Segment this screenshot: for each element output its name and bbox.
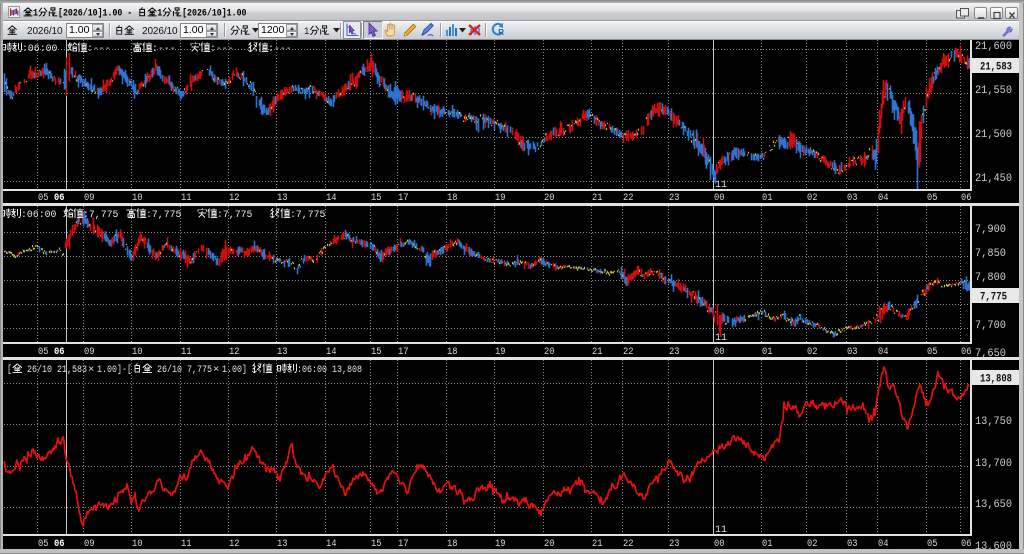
svg-text:12: 12 xyxy=(229,346,240,358)
svg-text::7,775: :7,775 xyxy=(83,209,118,221)
svg-text:21,500: 21,500 xyxy=(975,129,1012,141)
svg-text:7,900: 7,900 xyxy=(975,224,1006,236)
svg-text:1: 1 xyxy=(157,9,162,20)
svg-text:04: 04 xyxy=(878,192,889,204)
svg-text::---: :--- xyxy=(268,43,292,55)
svg-text:01: 01 xyxy=(762,192,773,204)
svg-text:17: 17 xyxy=(398,192,409,204)
svg-text:00: 00 xyxy=(714,192,725,204)
svg-text:06: 06 xyxy=(54,346,65,358)
svg-text:09: 09 xyxy=(84,192,95,204)
svg-text:05: 05 xyxy=(927,346,938,358)
svg-text:1: 1 xyxy=(33,9,38,20)
svg-text:06: 06 xyxy=(54,192,65,204)
svg-text:13,650: 13,650 xyxy=(975,499,1012,511)
svg-text:18: 18 xyxy=(447,192,458,204)
svg-text:×: × xyxy=(88,364,94,376)
svg-text:10: 10 xyxy=(132,192,143,204)
svg-text::7,775: :7,775 xyxy=(290,209,325,221)
svg-text:05: 05 xyxy=(38,346,49,358)
svg-text::---: :--- xyxy=(152,43,176,55)
svg-text:7,775: 7,775 xyxy=(980,292,1007,304)
svg-text:13,750: 13,750 xyxy=(975,416,1012,428)
svg-text:20: 20 xyxy=(544,192,555,204)
svg-text:05: 05 xyxy=(38,192,49,204)
svg-text:14: 14 xyxy=(326,192,337,204)
svg-text:1.00]: 1.00] xyxy=(222,364,252,376)
svg-text:03: 03 xyxy=(847,346,858,358)
svg-text:1: 1 xyxy=(304,26,309,38)
svg-text:7,650: 7,650 xyxy=(975,348,1006,360)
svg-text:05: 05 xyxy=(927,192,938,204)
svg-text:12: 12 xyxy=(229,192,240,204)
svg-text::---: :--- xyxy=(87,43,111,55)
svg-text:22: 22 xyxy=(623,346,634,358)
svg-text::06:00: :06:00 xyxy=(21,209,56,221)
svg-text:[: [ xyxy=(7,364,12,376)
svg-text:11: 11 xyxy=(181,346,192,358)
svg-text:06: 06 xyxy=(961,346,972,358)
svg-text:R: R xyxy=(498,28,504,37)
svg-text:7,700: 7,700 xyxy=(975,320,1006,332)
svg-text:09: 09 xyxy=(84,346,95,358)
svg-text:21: 21 xyxy=(592,346,603,358)
svg-text:13: 13 xyxy=(277,346,288,358)
svg-text:00: 00 xyxy=(714,346,725,358)
svg-text:1.00]-[: 1.00]-[ xyxy=(97,364,132,376)
svg-text:[2026/10]1.00 -: [2026/10]1.00 - xyxy=(58,8,137,20)
svg-text::7,775: :7,775 xyxy=(146,209,181,221)
svg-text:22: 22 xyxy=(623,192,634,204)
svg-text:04: 04 xyxy=(878,346,889,358)
svg-text:[2026/10]1.00: [2026/10]1.00 xyxy=(182,8,246,20)
svg-text:18: 18 xyxy=(447,346,458,358)
svg-text:26/10 21,583: 26/10 21,583 xyxy=(22,364,87,376)
svg-text:21,600: 21,600 xyxy=(975,41,1012,53)
svg-text::06:00 13,808: :06:00 13,808 xyxy=(297,364,362,376)
svg-text:13,700: 13,700 xyxy=(975,458,1012,470)
svg-text:13,808: 13,808 xyxy=(980,374,1012,386)
svg-text:10: 10 xyxy=(132,346,143,358)
svg-text:23: 23 xyxy=(669,346,680,358)
svg-text:15: 15 xyxy=(371,346,382,358)
svg-text:03: 03 xyxy=(847,192,858,204)
svg-text::7,775: :7,775 xyxy=(217,209,252,221)
svg-text:×: × xyxy=(213,364,219,376)
svg-text:21,550: 21,550 xyxy=(975,85,1012,97)
svg-text:21,583: 21,583 xyxy=(980,62,1012,74)
svg-text:20: 20 xyxy=(544,346,555,358)
svg-text:23: 23 xyxy=(669,192,680,204)
svg-text:02: 02 xyxy=(807,192,818,204)
svg-text:21: 21 xyxy=(592,192,603,204)
svg-text:19: 19 xyxy=(495,192,506,204)
svg-text:21,450: 21,450 xyxy=(975,173,1012,185)
svg-text::---: :--- xyxy=(210,43,234,55)
svg-text:02: 02 xyxy=(807,346,818,358)
svg-text:13: 13 xyxy=(277,192,288,204)
svg-text:11: 11 xyxy=(181,192,192,204)
svg-text:01: 01 xyxy=(762,346,773,358)
svg-text::06:00: :06:00 xyxy=(22,43,57,55)
svg-text:14: 14 xyxy=(326,346,337,358)
svg-text:7,850: 7,850 xyxy=(975,248,1006,260)
svg-text:7,800: 7,800 xyxy=(975,272,1006,284)
svg-text:06: 06 xyxy=(961,192,972,204)
svg-text:17: 17 xyxy=(398,346,409,358)
svg-text:19: 19 xyxy=(495,346,506,358)
svg-text:15: 15 xyxy=(371,192,382,204)
svg-text:26/10 7,775: 26/10 7,775 xyxy=(152,364,212,376)
